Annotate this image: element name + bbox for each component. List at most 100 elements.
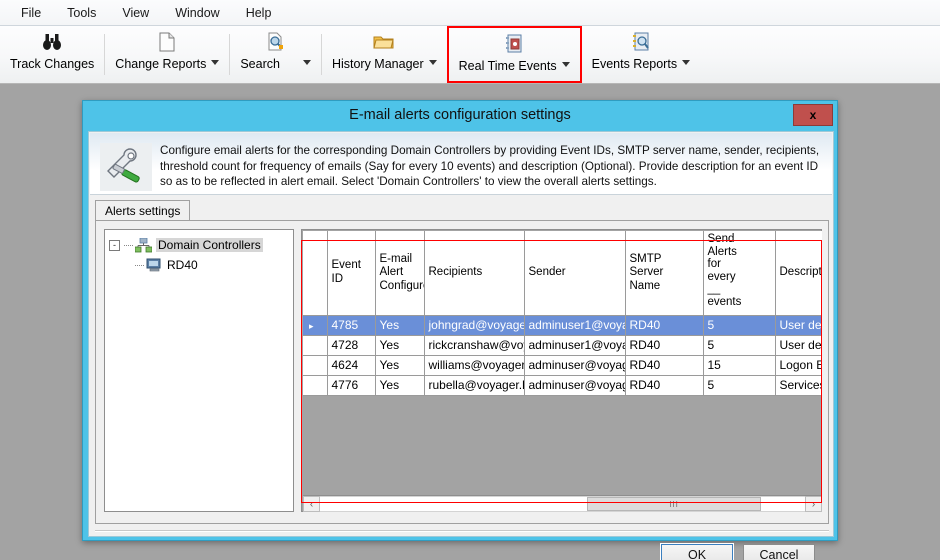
column-header-event-id[interactable]: Event ID bbox=[327, 231, 376, 316]
chevron-down-icon[interactable] bbox=[302, 60, 311, 65]
cell-recipients[interactable]: johngrad@voyager.l bbox=[424, 315, 525, 336]
cell-sender[interactable]: adminuser1@voyag bbox=[524, 315, 626, 336]
table-row[interactable]: 4624Yeswilliams@voyager.loadminuser@voya… bbox=[303, 355, 822, 376]
grid-horizontal-scrollbar[interactable]: ‹ III › bbox=[303, 495, 822, 512]
tree-node-rd40[interactable]: RD40 bbox=[109, 255, 289, 275]
cell-alert-cfg[interactable]: Yes bbox=[375, 355, 425, 376]
dialog-footer: OK Cancel bbox=[89, 534, 833, 560]
scroll-left-icon[interactable]: ‹ bbox=[303, 496, 320, 512]
cell-sender[interactable]: adminuser@voyage bbox=[524, 355, 626, 376]
scrollbar-thumb[interactable]: III bbox=[586, 497, 762, 511]
toolbar-button-events-reports[interactable]: Events Reports bbox=[582, 26, 700, 83]
tree-connector bbox=[124, 244, 133, 246]
alerts-grid-container: Event ID E-mail Alert Configure bbox=[301, 229, 822, 512]
menu-item-help[interactable]: Help bbox=[233, 2, 285, 24]
cell-description[interactable]: Services details bbox=[775, 375, 822, 396]
column-header-recipients[interactable]: Recipients bbox=[424, 231, 525, 316]
toolbar-button-history-manager[interactable]: History Manager bbox=[322, 26, 447, 83]
toolbar-button-track-changes[interactable]: Track Changes bbox=[0, 26, 104, 83]
cell-alert-cfg[interactable]: Yes bbox=[375, 375, 425, 396]
tree-expander-icon[interactable]: - bbox=[109, 239, 120, 251]
chevron-down-icon[interactable] bbox=[211, 60, 220, 65]
menu-item-tools[interactable]: Tools bbox=[54, 2, 109, 24]
computer-icon bbox=[146, 258, 163, 273]
alerts-grid[interactable]: Event ID E-mail Alert Configure bbox=[303, 231, 822, 494]
tree-label-domain-controllers: Domain Controllers bbox=[156, 238, 263, 252]
tree-node-domain-controllers[interactable]: - Domain Controllers bbox=[109, 235, 289, 255]
cell-smtp[interactable]: RD40 bbox=[625, 315, 704, 336]
cell-recipients[interactable]: rickcranshaw@voya bbox=[424, 335, 525, 356]
cell-smtp[interactable]: RD40 bbox=[625, 355, 704, 376]
close-icon[interactable]: x bbox=[793, 104, 833, 126]
header-line: __ bbox=[707, 283, 721, 295]
cell-smtp[interactable]: RD40 bbox=[625, 375, 704, 396]
cell-event-id[interactable]: 4785 bbox=[327, 315, 376, 336]
chevron-down-icon[interactable] bbox=[561, 62, 570, 67]
cell-event-id[interactable]: 4728 bbox=[327, 335, 376, 356]
column-header-smtp-server-name[interactable]: SMTP Server Name bbox=[625, 231, 704, 316]
row-selector-cell[interactable] bbox=[303, 375, 328, 396]
cell-description[interactable]: User details bbox=[775, 335, 822, 356]
dialog-title: E-mail alerts configuration settings bbox=[349, 107, 571, 123]
open-folder-icon bbox=[373, 30, 395, 54]
chevron-down-icon[interactable] bbox=[428, 60, 437, 65]
cell-sender[interactable]: adminuser1@voyag bbox=[524, 335, 626, 356]
cell-description[interactable]: User details bbox=[775, 315, 822, 336]
cell-alert-cfg[interactable]: Yes bbox=[375, 335, 425, 356]
row-selector-cell[interactable]: ▸ bbox=[303, 315, 328, 336]
menu-bar: File Tools View Window Help bbox=[0, 0, 940, 26]
menu-item-window[interactable]: Window bbox=[162, 2, 232, 24]
cell-threshold[interactable]: 5 bbox=[703, 375, 776, 396]
column-header-rowselector bbox=[303, 231, 328, 316]
tab-alerts-settings[interactable]: Alerts settings bbox=[95, 200, 191, 221]
column-header-send-alerts-threshold[interactable]: Send Alerts for every __ events bbox=[703, 231, 776, 316]
menu-item-view[interactable]: View bbox=[109, 2, 162, 24]
header-line: Configure bbox=[379, 279, 424, 292]
toolbar-button-change-reports[interactable]: Change Reports bbox=[105, 26, 229, 83]
cell-threshold[interactable]: 5 bbox=[703, 315, 776, 336]
header-line: events bbox=[707, 295, 742, 308]
cell-recipients[interactable]: rubella@voyager.loc bbox=[424, 375, 525, 396]
ok-button[interactable]: OK bbox=[660, 543, 734, 560]
scroll-right-icon[interactable]: › bbox=[805, 496, 822, 512]
dialog-banner: Configure email alerts for the correspon… bbox=[90, 133, 832, 195]
cell-recipients[interactable]: williams@voyager.lo bbox=[424, 355, 525, 376]
column-header-description[interactable]: Description bbox=[775, 231, 822, 316]
magnifier-document-icon bbox=[267, 30, 285, 54]
footer-divider bbox=[95, 530, 829, 532]
column-header-email-alert-configure[interactable]: E-mail Alert Configure bbox=[375, 231, 425, 316]
cell-alert-cfg[interactable]: Yes bbox=[375, 315, 425, 336]
toolbar-button-search[interactable]: Search bbox=[230, 26, 321, 83]
column-header-sender[interactable]: Sender bbox=[524, 231, 626, 316]
cell-threshold[interactable]: 5 bbox=[703, 335, 776, 356]
cell-smtp[interactable]: RD40 bbox=[625, 335, 704, 356]
toolbar-label-search: Search bbox=[240, 57, 280, 71]
row-selector-cell[interactable] bbox=[303, 355, 328, 376]
chevron-down-icon[interactable] bbox=[682, 60, 691, 65]
cell-threshold[interactable]: 15 bbox=[703, 355, 776, 376]
notebook-alert-icon bbox=[505, 32, 523, 56]
scrollbar-track[interactable]: III bbox=[320, 496, 805, 512]
toolbar-button-real-time-events[interactable]: Real Time Events bbox=[446, 26, 582, 83]
header-line: Sender bbox=[528, 266, 566, 278]
document-page-icon bbox=[159, 30, 175, 54]
table-row[interactable]: 4776Yesrubella@voyager.locadminuser@voya… bbox=[303, 375, 822, 396]
cell-event-id[interactable]: 4776 bbox=[327, 375, 376, 396]
binoculars-icon bbox=[42, 30, 62, 54]
header-line: ID bbox=[331, 272, 344, 285]
cell-description[interactable]: Logon Events bbox=[775, 355, 822, 376]
table-row[interactable]: 4728Yesrickcranshaw@voyaadminuser1@voyag… bbox=[303, 335, 822, 356]
row-selector-cell[interactable] bbox=[303, 335, 328, 356]
cell-event-id[interactable]: 4624 bbox=[327, 355, 376, 376]
dialog-body: Configure email alerts for the correspon… bbox=[88, 131, 834, 560]
domain-controllers-tree[interactable]: - Domain Controllers RD40 bbox=[104, 229, 294, 512]
header-line: Alerts bbox=[707, 245, 737, 258]
cancel-button[interactable]: Cancel bbox=[743, 544, 815, 560]
toolbar-label-events-reports: Events Reports bbox=[591, 57, 678, 71]
toolbar-label-history-manager: History Manager bbox=[331, 57, 424, 71]
tab-panel-alerts-settings: - Domain Controllers RD40 Event ID E-mai… bbox=[95, 220, 829, 524]
header-line: Alert bbox=[379, 266, 404, 278]
menu-item-file[interactable]: File bbox=[8, 2, 54, 24]
cell-sender[interactable]: adminuser@voyage bbox=[524, 375, 626, 396]
table-row[interactable]: ▸ 4785Yesjohngrad@voyager.ladminuser1@voy… bbox=[303, 315, 822, 336]
